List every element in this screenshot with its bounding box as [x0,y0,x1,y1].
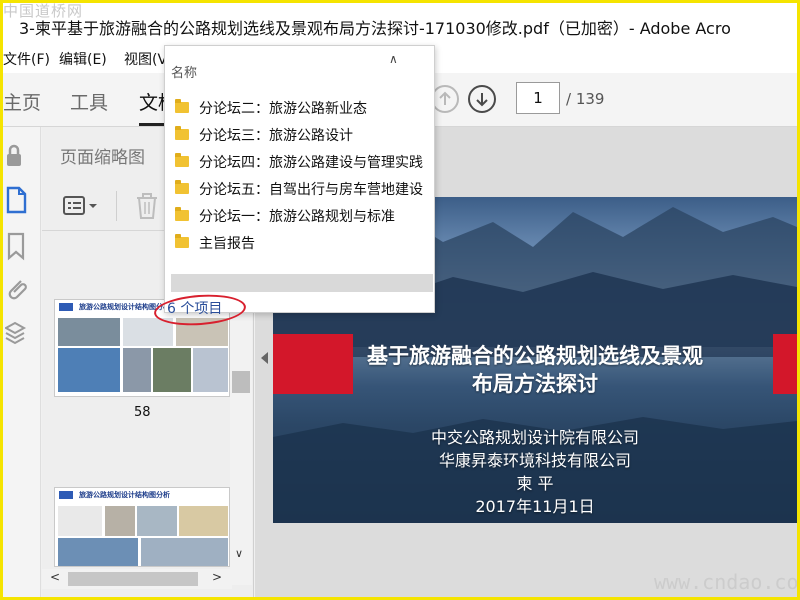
navigation-rail [3,127,41,597]
chevron-up-icon[interactable]: ∧ [389,52,398,66]
folder-item[interactable]: 分论坛一：旅游公路规划与标准 [173,204,435,230]
horizontal-scroll-thumb[interactable] [68,572,198,586]
folder-item[interactable]: 分论坛三：旅游公路设计 [173,123,435,149]
watermark-top: 中国道桥网 [3,2,84,20]
folder-icon [175,207,189,221]
arrow-up-icon [439,91,451,105]
menu-file[interactable]: 文件(F) [3,49,50,69]
page-number-input[interactable]: 1 [516,82,560,114]
folder-icon [175,234,189,248]
thumbnail-header: 旅游公路规划设计结构图分析 [55,488,229,502]
thumbnail-page-number: 58 [134,405,151,420]
slide-title-line1: 基于旅游融合的公路规划选线及景观 [367,344,703,368]
tab-home[interactable]: 主页 [3,88,41,115]
folder-item[interactable]: 分论坛五：自驾出行与房车营地建设 [173,177,435,203]
slide-date: 2017年11月1日 [475,497,595,516]
scroll-right-arrow[interactable]: > [212,570,222,584]
page-total: / 139 [566,90,605,108]
slide-org-1: 中交公路规划设计院有限公司 [430,428,639,447]
previous-page-button[interactable] [431,85,459,113]
folder-icon [175,180,189,194]
folder-icon [175,126,189,140]
popup-horizontal-scrollbar[interactable] [171,274,433,292]
thumbnail-options-icon[interactable] [62,193,102,219]
folder-list: 分论坛二：旅游公路新业态 分论坛三：旅游公路设计 分论坛四：旅游公路建设与管理实… [165,96,435,266]
next-page-button[interactable] [468,85,496,113]
menu-edit[interactable]: 编辑(E) [59,49,107,69]
folder-item[interactable]: 分论坛四：旅游公路建设与管理实践 [173,150,435,176]
tab-tools[interactable]: 工具 [70,88,108,115]
slide-org-2: 华康昇泰环境科技有限公司 [438,451,631,470]
scroll-down-arrow[interactable]: ∨ [235,547,243,560]
attachment-icon[interactable] [5,275,33,305]
scroll-left-arrow[interactable]: < [50,570,60,584]
layers-icon[interactable] [5,319,33,349]
folder-list-popup: 名称 ∧ 分论坛二：旅游公路新业态 分论坛三：旅游公路设计 分论坛四：旅游公路建… [164,45,435,317]
arrow-down-icon [476,93,488,107]
folder-icon [175,99,189,113]
collapse-panel-arrow[interactable] [261,352,268,364]
trash-icon[interactable] [134,191,160,221]
page-thumbnails-icon[interactable] [5,185,33,215]
lock-icon[interactable] [5,141,33,171]
slide-author: 柬 平 [516,474,554,493]
folder-item[interactable]: 主旨报告 [173,231,435,257]
thumbnail-panel-title: 页面缩略图 [60,148,145,168]
bookmark-icon[interactable] [5,231,33,261]
watermark-bottom: www.cndao.com [654,570,800,594]
toolbar-divider [116,191,117,221]
window-title: 3-柬平基于旅游融合的公路规划选线及景观布局方法探讨-171030修改.pdf（… [19,19,731,38]
slide-title-line2: 布局方法探讨 [472,372,598,396]
folder-item[interactable]: 分论坛二：旅游公路新业态 [173,96,435,122]
title-bar: 3-柬平基于旅游融合的公路规划选线及景观布局方法探讨-171030修改.pdf（… [3,3,797,43]
vertical-scroll-thumb[interactable] [232,371,250,393]
thumbnail-horizontal-scrollbar[interactable]: < > [42,569,232,589]
name-column-header[interactable]: 名称 [171,62,197,81]
folder-icon [175,153,189,167]
page-thumbnail-59[interactable]: 旅游公路规划设计结构图分析 [54,487,230,567]
menu-view[interactable]: 视图(V [124,49,167,69]
